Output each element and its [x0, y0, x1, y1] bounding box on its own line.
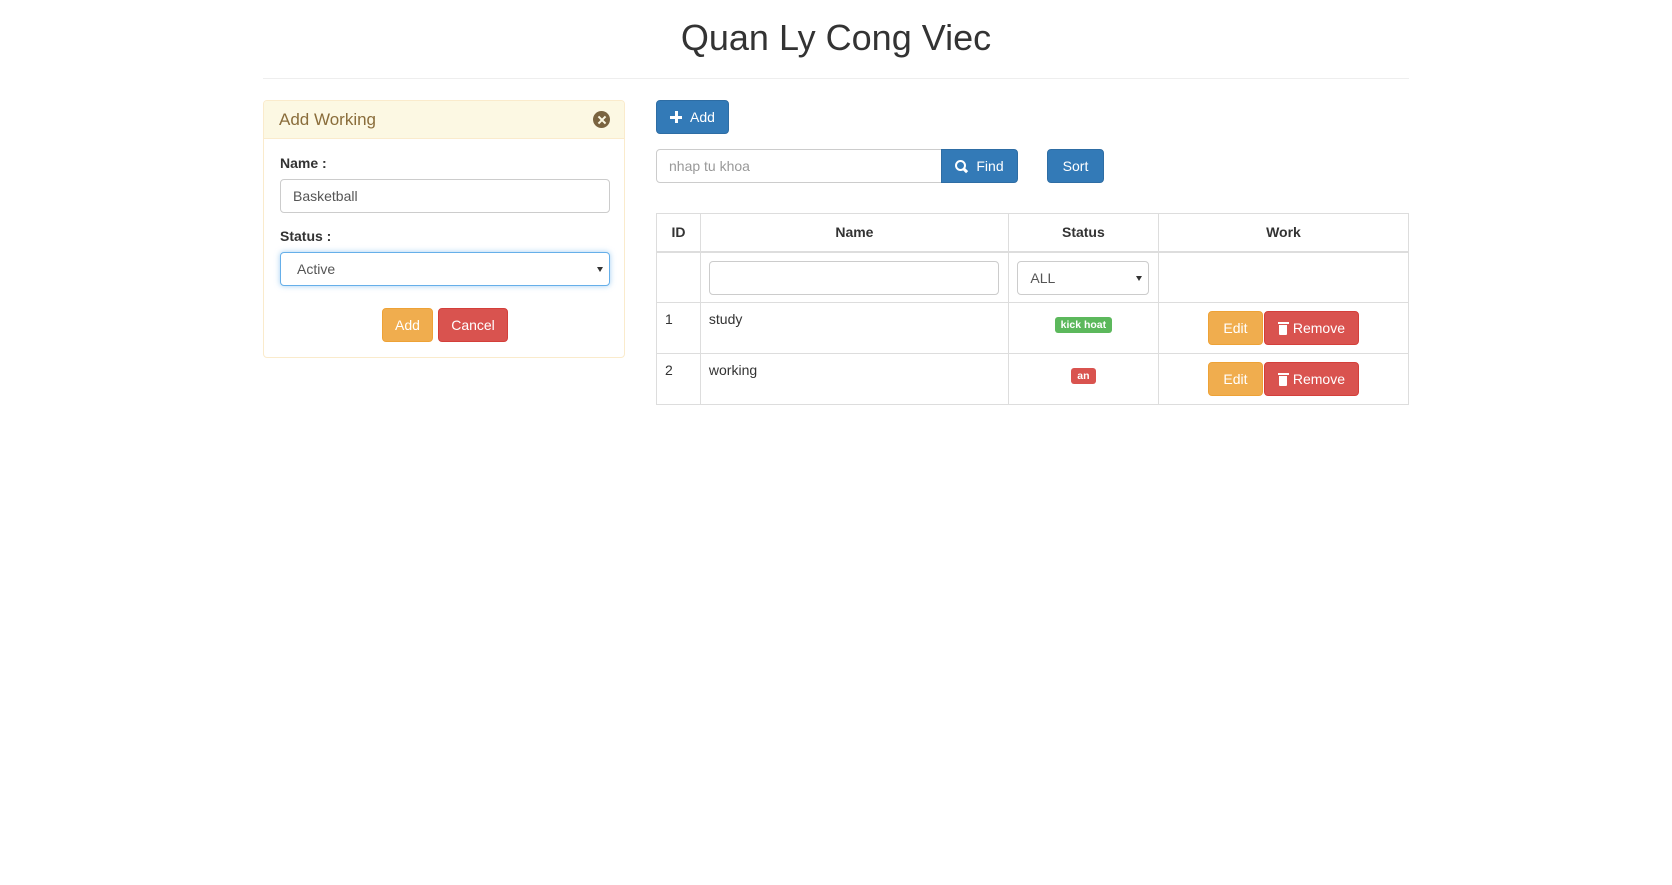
trash-icon — [1277, 373, 1289, 386]
status-select[interactable]: Active — [280, 252, 610, 286]
status-select-value: Active — [297, 261, 336, 277]
filter-name-cell — [699, 251, 1009, 303]
panel-title: Add Working — [279, 110, 377, 129]
header-id: ID — [656, 213, 701, 253]
header-divider — [263, 78, 1409, 79]
sort-button[interactable]: Sort — [1047, 149, 1104, 183]
row-id: 2 — [656, 353, 701, 405]
filter-status-value: ALL — [1030, 269, 1056, 286]
row-name: working — [699, 353, 1009, 405]
panel-heading: Add Working — [264, 101, 624, 139]
table-row: 1 study kick hoat Edit Remove — [656, 302, 1410, 354]
page-title: Quan Ly Cong Viec — [680, 17, 992, 58]
filter-row: ALL — [656, 251, 1410, 303]
add-working-panel: Add Working Name : Basketball Status : A… — [263, 100, 625, 358]
chevron-down-icon — [1136, 275, 1143, 281]
form-add-button[interactable]: Add — [382, 308, 433, 342]
row-actions: Edit Remove — [1157, 302, 1410, 354]
filter-name-input[interactable] — [708, 260, 999, 295]
add-task-label: Add — [690, 109, 715, 125]
add-task-button[interactable]: Add — [656, 100, 729, 134]
header-status: Status — [1007, 213, 1159, 253]
task-table: ID Name Status Work ALL 1 study kick hoa… — [656, 213, 1410, 405]
edit-button[interactable]: Edit — [1207, 362, 1263, 396]
find-button[interactable]: Find — [941, 149, 1018, 183]
filter-work-cell — [1157, 251, 1410, 303]
remove-label: Remove — [1292, 371, 1345, 387]
close-icon[interactable] — [593, 111, 610, 128]
remove-button[interactable]: Remove — [1263, 311, 1359, 345]
remove-label: Remove — [1292, 320, 1345, 336]
form-cancel-button[interactable]: Cancel — [438, 308, 508, 342]
row-status-cell: kick hoat — [1007, 302, 1159, 354]
name-label: Name : — [280, 155, 327, 171]
status-label: Status : — [280, 228, 332, 244]
filter-id-cell — [656, 251, 701, 303]
table-row: 2 working an Edit Remove — [656, 353, 1410, 405]
row-name: study — [699, 302, 1009, 354]
header-work: Work — [1157, 213, 1410, 253]
edit-button[interactable]: Edit — [1207, 311, 1263, 345]
trash-icon — [1277, 322, 1289, 335]
row-actions: Edit Remove — [1157, 353, 1410, 405]
row-id: 1 — [656, 302, 701, 354]
table-header-row: ID Name Status Work — [656, 213, 1410, 253]
chevron-down-icon — [597, 267, 603, 272]
filter-status-cell: ALL — [1007, 251, 1159, 303]
row-status-cell: an — [1007, 353, 1159, 405]
plus-icon — [670, 111, 683, 123]
status-badge[interactable]: kick hoat — [1054, 317, 1113, 333]
header-name: Name — [699, 213, 1009, 253]
search-icon — [955, 160, 968, 173]
name-input[interactable]: Basketball — [280, 179, 610, 213]
filter-status-select[interactable]: ALL — [1017, 260, 1150, 295]
search-input[interactable]: nhap tu khoa — [656, 149, 942, 183]
remove-button[interactable]: Remove — [1263, 362, 1359, 396]
find-label: Find — [976, 158, 1004, 174]
status-badge[interactable]: an — [1071, 368, 1096, 384]
